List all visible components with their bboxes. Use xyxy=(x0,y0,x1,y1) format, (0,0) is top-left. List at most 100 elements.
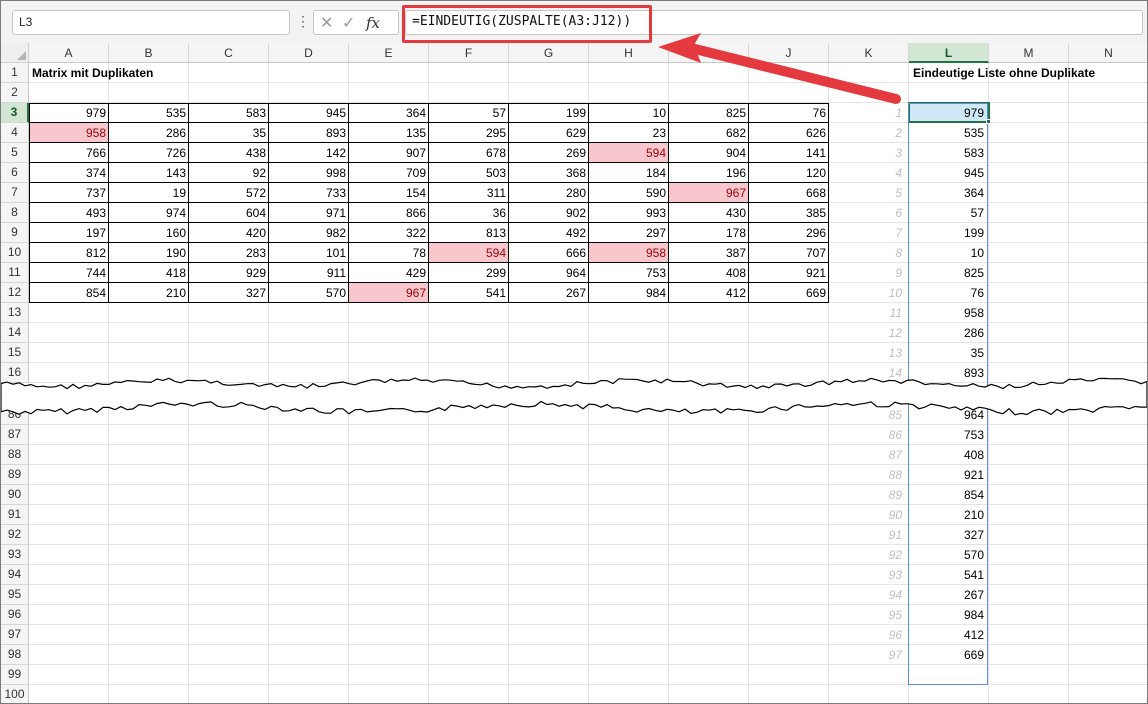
select-all-button[interactable] xyxy=(1,43,29,63)
matrix-cell[interactable]: 921 xyxy=(749,263,829,283)
unique-list-cell[interactable]: 753 xyxy=(909,425,987,445)
row-header-96[interactable]: 96 xyxy=(1,605,29,625)
matrix-cell[interactable]: 296 xyxy=(749,223,829,243)
unique-list-cell[interactable]: 412 xyxy=(909,625,987,645)
matrix-cell[interactable]: 929 xyxy=(189,263,269,283)
insert-function-icon[interactable]: fx xyxy=(366,14,380,32)
row-header-86[interactable]: 86 xyxy=(1,405,29,425)
unique-list-cell[interactable]: 893 xyxy=(909,363,987,383)
row-header-11[interactable]: 11 xyxy=(1,263,29,283)
row-header-6[interactable]: 6 xyxy=(1,163,29,183)
matrix-cell[interactable]: 979 xyxy=(29,103,109,123)
matrix-cell[interactable]: 982 xyxy=(269,223,349,243)
row-header-90[interactable]: 90 xyxy=(1,485,29,505)
row-header-9[interactable]: 9 xyxy=(1,223,29,243)
row-header-89[interactable]: 89 xyxy=(1,465,29,485)
matrix-cell[interactable]: 322 xyxy=(349,223,429,243)
matrix-cell[interactable]: 420 xyxy=(189,223,269,243)
matrix-cell[interactable]: 583 xyxy=(189,103,269,123)
matrix-cell[interactable]: 286 xyxy=(109,123,189,143)
column-header-h[interactable]: H xyxy=(589,43,669,63)
matrix-cell[interactable]: 374 xyxy=(29,163,109,183)
unique-list-cell[interactable]: 945 xyxy=(909,163,987,183)
unique-list-cell[interactable]: 327 xyxy=(909,525,987,545)
matrix-cell[interactable]: 678 xyxy=(429,143,509,163)
matrix-cell[interactable]: 190 xyxy=(109,243,189,263)
row-header-92[interactable]: 92 xyxy=(1,525,29,545)
matrix-cell[interactable]: 733 xyxy=(269,183,349,203)
row-header-8[interactable]: 8 xyxy=(1,203,29,223)
row-header-100[interactable]: 100 xyxy=(1,685,29,703)
unique-list-cell[interactable]: 964 xyxy=(909,405,987,425)
column-header-m[interactable]: M xyxy=(989,43,1069,63)
unique-list-cell[interactable]: 669 xyxy=(909,645,987,665)
matrix-cell[interactable]: 141 xyxy=(749,143,829,163)
matrix-cell[interactable]: 744 xyxy=(29,263,109,283)
matrix-cell[interactable]: 269 xyxy=(509,143,589,163)
unique-list-cell[interactable]: 286 xyxy=(909,323,987,343)
unique-list-cell[interactable]: 76 xyxy=(909,283,987,303)
matrix-cell[interactable]: 101 xyxy=(269,243,349,263)
unique-list-cell[interactable]: 299 xyxy=(909,385,987,405)
matrix-cell[interactable]: 199 xyxy=(509,103,589,123)
row-header-95[interactable]: 95 xyxy=(1,585,29,605)
row-header-1[interactable]: 1 xyxy=(1,63,29,83)
matrix-cell[interactable]: 709 xyxy=(349,163,429,183)
matrix-cell[interactable]: 430 xyxy=(669,203,749,223)
matrix-cell[interactable]: 267 xyxy=(509,283,589,303)
column-header-f[interactable]: F xyxy=(429,43,509,63)
matrix-cell[interactable]: 297 xyxy=(589,223,669,243)
unique-list-cell[interactable]: 583 xyxy=(909,143,987,163)
row-header-14[interactable]: 14 xyxy=(1,323,29,343)
unique-list-cell[interactable]: 364 xyxy=(909,183,987,203)
row-header-98[interactable]: 98 xyxy=(1,645,29,665)
row-header-93[interactable]: 93 xyxy=(1,545,29,565)
matrix-cell[interactable]: 280 xyxy=(509,183,589,203)
matrix-cell[interactable]: 907 xyxy=(349,143,429,163)
matrix-cell[interactable]: 36 xyxy=(429,203,509,223)
column-header-i[interactable]: I xyxy=(669,43,749,63)
matrix-cell[interactable]: 92 xyxy=(189,163,269,183)
matrix-cell[interactable]: 299 xyxy=(429,263,509,283)
row-header-88[interactable]: 88 xyxy=(1,445,29,465)
matrix-cell[interactable]: 902 xyxy=(509,203,589,223)
more-options-icon[interactable]: ⋮ xyxy=(296,13,310,30)
matrix-cell[interactable]: 974 xyxy=(109,203,189,223)
row-header-10[interactable]: 10 xyxy=(1,243,29,263)
fill-handle[interactable] xyxy=(986,119,991,124)
matrix-cell[interactable]: 911 xyxy=(269,263,349,283)
matrix-cell[interactable]: 196 xyxy=(669,163,749,183)
matrix-cell[interactable]: 184 xyxy=(589,163,669,183)
column-header-j[interactable]: J xyxy=(749,43,829,63)
matrix-cell[interactable]: 604 xyxy=(189,203,269,223)
row-header-2[interactable]: 2 xyxy=(1,83,29,103)
matrix-cell[interactable]: 412 xyxy=(669,283,749,303)
row-header-16[interactable]: 16 xyxy=(1,363,29,383)
matrix-cell[interactable]: 57 xyxy=(429,103,509,123)
column-header-g[interactable]: G xyxy=(509,43,589,63)
matrix-cell[interactable]: 143 xyxy=(109,163,189,183)
enter-icon[interactable]: ✓ xyxy=(342,13,355,33)
matrix-cell[interactable]: 135 xyxy=(349,123,429,143)
matrix-cell[interactable]: 492 xyxy=(509,223,589,243)
column-header-c[interactable]: C xyxy=(189,43,269,63)
unique-list-cell[interactable]: 199 xyxy=(909,223,987,243)
cancel-icon[interactable]: ✕ xyxy=(320,13,333,33)
row-header-7[interactable]: 7 xyxy=(1,183,29,203)
unique-list-cell[interactable]: 541 xyxy=(909,565,987,585)
matrix-cell[interactable]: 493 xyxy=(29,203,109,223)
matrix-cell[interactable]: 76 xyxy=(749,103,829,123)
matrix-cell[interactable]: 142 xyxy=(269,143,349,163)
unique-list-cell[interactable]: 57 xyxy=(909,203,987,223)
row-header-5[interactable]: 5 xyxy=(1,143,29,163)
unique-list-cell[interactable]: 267 xyxy=(909,585,987,605)
matrix-cell[interactable]: 866 xyxy=(349,203,429,223)
matrix-cell[interactable]: 368 xyxy=(509,163,589,183)
unique-list-cell[interactable]: 958 xyxy=(909,303,987,323)
matrix-cell[interactable]: 590 xyxy=(589,183,669,203)
matrix-cell[interactable]: 408 xyxy=(669,263,749,283)
matrix-cell[interactable]: 19 xyxy=(109,183,189,203)
duplicate-cell[interactable]: 594 xyxy=(429,243,509,263)
unique-list-cell[interactable]: 408 xyxy=(909,445,987,465)
row-header-13[interactable]: 13 xyxy=(1,303,29,323)
